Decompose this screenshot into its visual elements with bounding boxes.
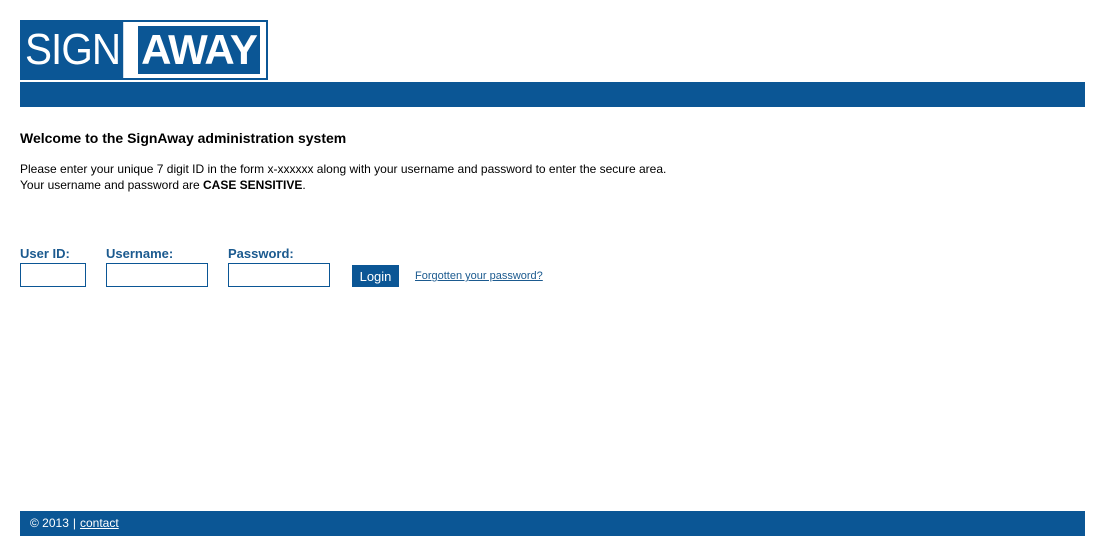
instructions: Please enter your unique 7 digit ID in t… xyxy=(20,161,666,193)
instructions-line-2-suffix: . xyxy=(302,178,306,192)
instructions-line-2: Your username and password are CASE SENS… xyxy=(20,177,666,193)
login-button[interactable]: Login xyxy=(352,265,399,287)
logo-away-container: AWAY xyxy=(132,22,266,78)
username-label: Username: xyxy=(106,246,174,261)
contact-link[interactable]: contact xyxy=(80,516,119,530)
copyright-text: © 2013 xyxy=(30,516,69,530)
forgot-password-link[interactable]: Forgotten your password? xyxy=(415,270,543,282)
footer-bar: © 2013 | contact xyxy=(20,511,1085,536)
page-title: Welcome to the SignAway administration s… xyxy=(20,130,347,146)
page: SIGN AWAY Welcome to the SignAway admini… xyxy=(0,0,1105,559)
username-input[interactable] xyxy=(106,263,208,287)
footer-separator: | xyxy=(72,516,76,530)
logo-sign-text: SIGN xyxy=(22,22,124,78)
signaway-logo: SIGN AWAY xyxy=(20,20,268,80)
user-id-label: User ID: xyxy=(20,246,70,261)
instructions-line-1: Please enter your unique 7 digit ID in t… xyxy=(20,162,667,176)
case-sensitive-emphasis: CASE SENSITIVE xyxy=(203,178,303,192)
user-id-input[interactable] xyxy=(20,263,86,287)
header-bar xyxy=(20,82,1085,107)
password-label: Password: xyxy=(228,246,294,261)
instructions-line-2-prefix: Your username and password are xyxy=(20,178,203,192)
password-input[interactable] xyxy=(228,263,330,287)
logo-away-text: AWAY xyxy=(138,26,260,74)
